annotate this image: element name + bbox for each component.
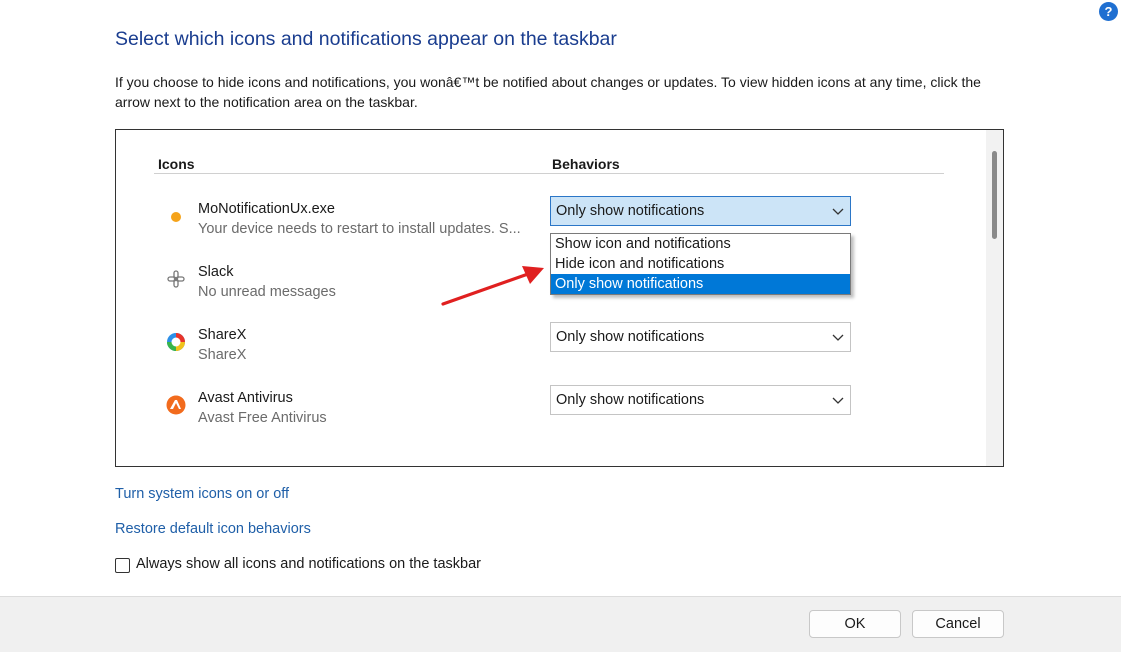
list-item: Avast Antivirus Avast Free Antivirus Onl… <box>116 385 976 440</box>
list-item: ShareX ShareX Only show notifications <box>116 322 976 377</box>
app-description: Avast Free Antivirus <box>198 410 327 426</box>
behavior-dropdown[interactable]: Only show notifications <box>550 196 851 226</box>
dialog-footer: OK Cancel <box>0 596 1121 652</box>
slack-icon <box>167 270 185 288</box>
dropdown-option-only-notifications[interactable]: Only show notifications <box>551 274 850 294</box>
always-show-all-checkbox[interactable] <box>115 558 130 573</box>
behavior-value: Only show notifications <box>556 392 705 408</box>
help-question-icon: ? <box>1104 4 1113 19</box>
app-description: Your device needs to restart to install … <box>198 221 521 237</box>
app-name: Slack <box>198 264 234 280</box>
cancel-button[interactable]: Cancel <box>912 610 1004 638</box>
ok-button[interactable]: OK <box>809 610 901 638</box>
app-name: ShareX <box>198 327 247 343</box>
behavior-dropdown[interactable]: Only show notifications <box>550 322 851 352</box>
app-name: Avast Antivirus <box>198 390 293 406</box>
behavior-dropdown[interactable]: Only show notifications <box>550 385 851 415</box>
header-divider <box>154 173 944 174</box>
help-button[interactable]: ? <box>1099 2 1118 21</box>
behavior-value: Only show notifications <box>556 329 705 345</box>
dropdown-option-hide[interactable]: Hide icon and notifications <box>551 254 850 274</box>
scrollbar-thumb[interactable] <box>992 151 997 239</box>
always-show-all-label: Always show all icons and notifications … <box>136 556 481 572</box>
dropdown-option-show[interactable]: Show icon and notifications <box>551 234 850 254</box>
chevron-down-icon <box>832 208 844 215</box>
sharex-icon <box>167 333 185 351</box>
behavior-value: Only show notifications <box>556 203 705 219</box>
scrollbar[interactable] <box>986 130 1003 466</box>
behavior-dropdown-list: Show icon and notifications Hide icon an… <box>550 233 851 295</box>
app-description: ShareX <box>198 347 247 363</box>
turn-system-icons-link[interactable]: Turn system icons on or off <box>115 486 289 502</box>
avast-icon <box>166 395 186 415</box>
icons-column-header: Icons <box>158 156 195 172</box>
app-name: MoNotificationUx.exe <box>198 201 335 217</box>
description-text: If you choose to hide icons and notifica… <box>115 74 981 110</box>
page-title: Select which icons and notifications app… <box>115 28 617 50</box>
orange-dot-icon <box>171 212 181 222</box>
chevron-down-icon <box>832 334 844 341</box>
icons-panel: Icons Behaviors MoNotificationUx.exe You… <box>115 129 1004 467</box>
behaviors-column-header: Behaviors <box>552 156 620 172</box>
chevron-down-icon <box>832 397 844 404</box>
red-arrow-annotation <box>441 266 544 306</box>
restore-defaults-link[interactable]: Restore default icon behaviors <box>115 521 311 537</box>
